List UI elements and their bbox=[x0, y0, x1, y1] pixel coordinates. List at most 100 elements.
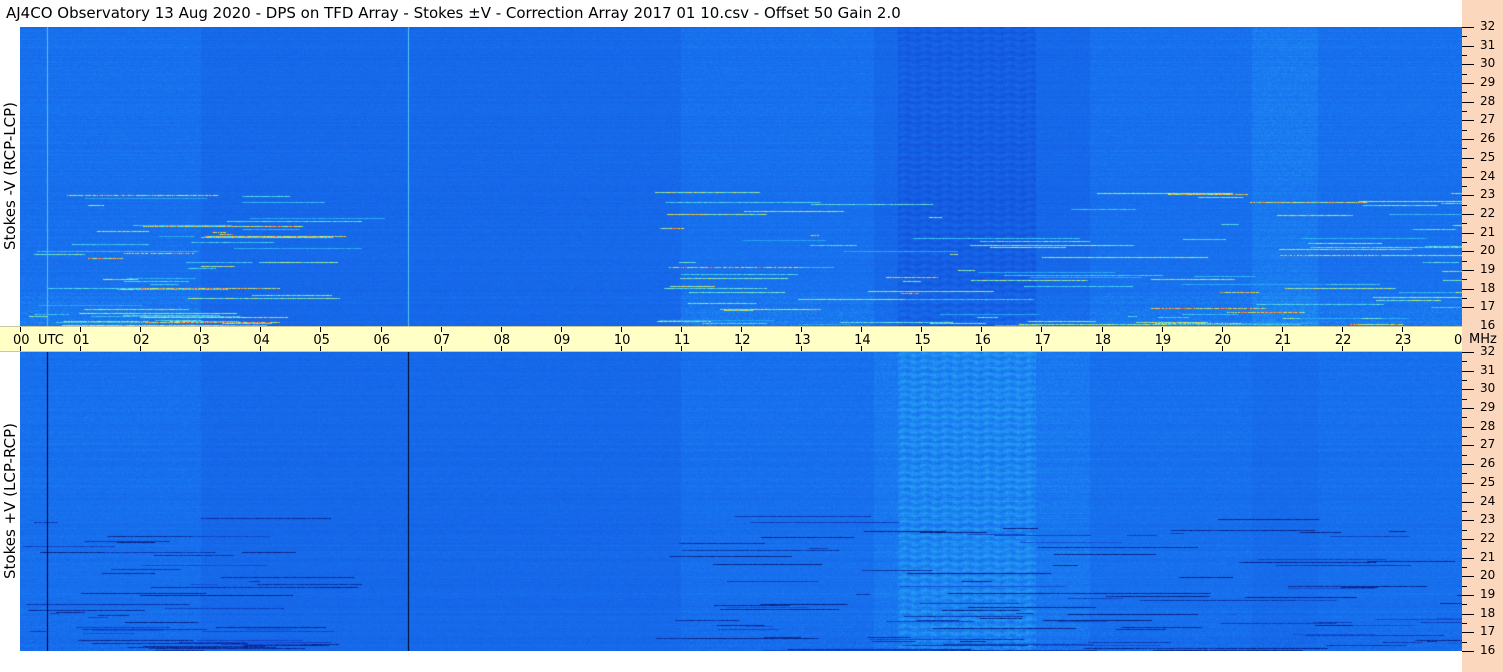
y-minor-tick bbox=[1462, 298, 1467, 299]
y-tick bbox=[1462, 502, 1474, 503]
x-tick-label: 22 bbox=[1334, 333, 1352, 348]
x-tick bbox=[500, 327, 502, 332]
y-tick-label: 29 bbox=[1480, 400, 1496, 414]
y-minor-tick bbox=[1462, 530, 1467, 531]
y-minor-tick bbox=[1462, 492, 1467, 493]
x-tick bbox=[741, 327, 742, 332]
y-tick-label: 24 bbox=[1480, 494, 1496, 508]
y-minor-tick bbox=[1462, 436, 1467, 437]
y-tick bbox=[1462, 539, 1474, 540]
y-minor-tick bbox=[1462, 623, 1467, 624]
x-tick-label: 23 bbox=[1394, 333, 1412, 348]
y-minor-tick bbox=[1462, 380, 1467, 381]
y-minor-tick bbox=[1462, 111, 1467, 112]
y-tick bbox=[1462, 233, 1474, 234]
y-tick bbox=[1462, 64, 1474, 65]
y-minor-tick bbox=[1462, 130, 1467, 131]
x-tick bbox=[380, 346, 382, 351]
x-tick-label: 18 bbox=[1094, 333, 1112, 348]
x-tick-label: 19 bbox=[1154, 333, 1172, 348]
y-tick bbox=[1462, 27, 1474, 28]
x-tick-label: 07 bbox=[433, 333, 451, 348]
y-tick bbox=[1462, 576, 1474, 577]
y-tick-label: 23 bbox=[1480, 512, 1496, 526]
y-tick bbox=[1462, 352, 1474, 353]
bottom-margin bbox=[0, 651, 1462, 672]
x-tick-label: 01 bbox=[73, 333, 90, 348]
y-tick-label: 17 bbox=[1480, 299, 1496, 313]
y-tick bbox=[1462, 427, 1474, 428]
y-minor-tick bbox=[1462, 399, 1467, 400]
x-tick bbox=[560, 327, 562, 332]
x-tick bbox=[20, 327, 21, 332]
x-tick bbox=[1041, 346, 1043, 351]
x-tick bbox=[260, 327, 262, 332]
y-tick bbox=[1462, 195, 1474, 196]
y-minor-tick bbox=[1462, 586, 1467, 587]
x-tick-label: 12 bbox=[734, 333, 751, 348]
x-tick bbox=[320, 327, 322, 332]
y-tick bbox=[1462, 270, 1474, 271]
x-tick bbox=[440, 346, 442, 351]
ylabel-top: Stokes -V (RCP-LCP) bbox=[1, 102, 19, 250]
y-tick-label: 32 bbox=[1480, 344, 1496, 358]
x-tick-label: 04 bbox=[253, 333, 270, 348]
x-tick bbox=[560, 346, 562, 351]
y-tick-label: 30 bbox=[1480, 381, 1496, 395]
x-tick bbox=[1401, 327, 1403, 332]
x-tick bbox=[20, 346, 21, 351]
y-tick-label: 17 bbox=[1480, 624, 1496, 638]
y-tick bbox=[1462, 651, 1474, 652]
y-tick-label: 25 bbox=[1480, 150, 1496, 164]
y-tick bbox=[1462, 632, 1474, 633]
x-tick-label: 16 bbox=[974, 333, 991, 348]
y-minor-tick bbox=[1462, 186, 1467, 187]
y-minor-tick bbox=[1462, 148, 1467, 149]
x-tick-label: 03 bbox=[193, 333, 210, 348]
y-tick bbox=[1462, 102, 1474, 103]
y-tick bbox=[1462, 371, 1474, 372]
x-tick bbox=[620, 346, 622, 351]
x-tick bbox=[380, 327, 382, 332]
x-tick-label: 00 bbox=[13, 333, 30, 348]
x-tick bbox=[1401, 346, 1403, 351]
x-tick bbox=[680, 346, 682, 351]
x-tick bbox=[1281, 346, 1283, 351]
x-tick bbox=[1341, 327, 1343, 332]
y-minor-tick bbox=[1462, 261, 1467, 262]
x-tick bbox=[1041, 327, 1043, 332]
x-tick-label: 02 bbox=[133, 333, 150, 348]
y-tick bbox=[1462, 158, 1474, 159]
y-minor-tick bbox=[1462, 55, 1467, 56]
y-minor-tick bbox=[1462, 548, 1467, 549]
y-minor-tick bbox=[1462, 205, 1467, 206]
x-tick-label: 21 bbox=[1274, 333, 1292, 348]
spectrogram-bottom bbox=[20, 352, 1462, 651]
title-bar: AJ4CO Observatory 13 Aug 2020 - DPS on T… bbox=[0, 0, 1462, 27]
x-tick bbox=[861, 346, 863, 351]
x-tick bbox=[921, 346, 923, 351]
x-tick bbox=[260, 346, 262, 351]
y-tick-label: 27 bbox=[1480, 437, 1496, 451]
time-axis: 00 01 02 03 04 05 06 07 08 09 10 11 12 13 14 15 16 17 18 19… bbox=[0, 326, 1471, 352]
x-tick bbox=[320, 346, 322, 351]
x-tick bbox=[200, 327, 202, 332]
x-tick-label: 05 bbox=[313, 333, 330, 348]
chart-title: AJ4CO Observatory 13 Aug 2020 - DPS on T… bbox=[6, 4, 901, 22]
y-tick-label: 21 bbox=[1480, 225, 1496, 239]
y-tick-label: 25 bbox=[1480, 475, 1496, 489]
ylabel-strip-top: Stokes -V (RCP-LCP) bbox=[0, 27, 20, 326]
y-minor-tick bbox=[1462, 36, 1467, 37]
x-tick bbox=[981, 327, 983, 332]
x-tick bbox=[921, 327, 923, 332]
y-tick-label: 19 bbox=[1480, 587, 1496, 601]
y-minor-tick bbox=[1462, 567, 1467, 568]
y-tick bbox=[1462, 214, 1474, 215]
x-tick bbox=[140, 327, 142, 332]
y-tick-label: 20 bbox=[1480, 568, 1496, 582]
y-tick-label: 22 bbox=[1480, 531, 1496, 545]
x-tick bbox=[80, 346, 82, 351]
x-tick-label: 15 bbox=[914, 333, 931, 348]
y-tick bbox=[1462, 464, 1474, 465]
y-tick bbox=[1462, 483, 1474, 484]
